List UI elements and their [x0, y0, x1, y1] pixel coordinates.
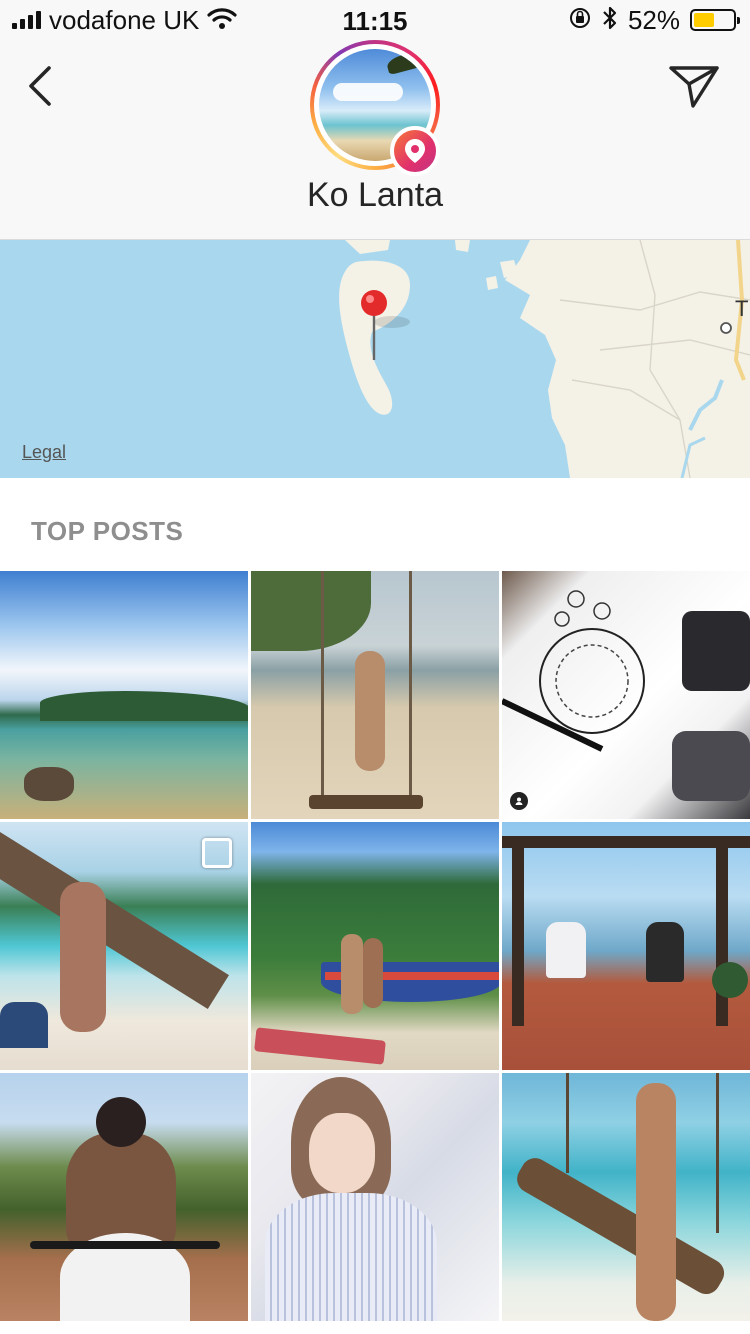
- status-bar: vodafone UK 11:15 52%: [0, 0, 750, 40]
- post-thumbnail[interactable]: [251, 1073, 499, 1321]
- post-thumbnail[interactable]: [0, 571, 248, 819]
- post-thumbnail[interactable]: [502, 1073, 750, 1321]
- share-direct-button[interactable]: [666, 60, 722, 112]
- battery-fill: [694, 13, 714, 27]
- chevron-left-icon: [29, 66, 51, 106]
- post-thumbnail[interactable]: [0, 822, 248, 1070]
- carrier-label: vodafone UK: [49, 4, 200, 35]
- user-tag-icon: [510, 792, 528, 810]
- status-right: 52%: [568, 4, 740, 36]
- map-partial-label: T: [735, 296, 749, 321]
- wifi-icon: [207, 6, 237, 35]
- post-thumbnail[interactable]: [0, 1073, 248, 1321]
- battery-icon: [690, 9, 740, 31]
- post-thumbnail[interactable]: [502, 571, 750, 819]
- orientation-lock-icon: [568, 6, 592, 35]
- location-pin-icon: [405, 139, 425, 163]
- paper-plane-icon: [669, 66, 719, 108]
- post-thumbnail[interactable]: [251, 822, 499, 1070]
- multiple-posts-icon: [202, 838, 232, 868]
- status-left: vodafone UK: [12, 4, 237, 35]
- top-posts-grid: [0, 571, 750, 1334]
- back-button[interactable]: [18, 60, 62, 112]
- legal-link[interactable]: Legal: [22, 442, 66, 463]
- post-thumbnail[interactable]: [502, 822, 750, 1070]
- section-title: TOP POSTS: [31, 516, 184, 546]
- location-header: Ko Lanta: [0, 40, 750, 240]
- location-map[interactable]: T Legal: [0, 240, 750, 478]
- signal-icon: [12, 11, 41, 29]
- battery-percent: 52%: [627, 4, 680, 35]
- bluetooth-icon: [602, 5, 618, 36]
- post-thumbnail[interactable]: [251, 571, 499, 819]
- location-badge: [390, 126, 440, 176]
- map-canvas: [339, 240, 750, 478]
- page-title: Ko Lanta: [306, 176, 444, 214]
